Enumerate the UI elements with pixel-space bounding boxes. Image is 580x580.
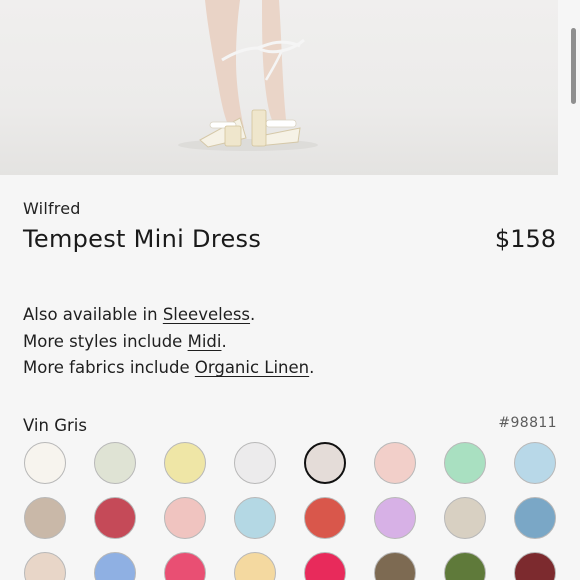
color-swatch[interactable]	[514, 442, 556, 484]
color-swatch[interactable]	[444, 497, 486, 539]
product-title: Tempest Mini Dress	[23, 225, 262, 253]
color-swatch[interactable]	[94, 442, 136, 484]
color-swatch[interactable]	[94, 552, 136, 580]
fabrics-text: More fabrics include	[23, 358, 195, 377]
color-swatch[interactable]	[234, 497, 276, 539]
availability-line-sleeve: Also available in Sleeveless.	[23, 302, 314, 329]
brand-name[interactable]: Wilfred	[23, 199, 81, 218]
midi-link[interactable]: Midi	[188, 332, 222, 351]
color-swatch[interactable]	[374, 552, 416, 580]
styles-text: More styles include	[23, 331, 188, 351]
organic-linen-link[interactable]: Organic Linen	[195, 358, 309, 377]
color-swatch[interactable]	[234, 442, 276, 484]
period-text: .	[309, 358, 315, 377]
color-sku: #98811	[498, 415, 557, 431]
color-swatch[interactable]	[164, 497, 206, 539]
availability-info: Also available in Sleeveless. More style…	[23, 302, 314, 382]
sleeveless-link[interactable]: Sleeveless	[163, 305, 250, 324]
color-swatch[interactable]	[234, 552, 276, 580]
color-swatch[interactable]	[514, 552, 556, 580]
color-swatch[interactable]	[514, 497, 556, 539]
availability-line-style: More styles include Midi.	[23, 329, 314, 356]
color-swatch[interactable]	[24, 552, 66, 580]
color-swatch[interactable]	[444, 442, 486, 484]
selected-color-name: Vin Gris	[23, 416, 87, 435]
color-swatch[interactable]	[24, 442, 66, 484]
period-text: .	[250, 305, 256, 324]
color-swatch[interactable]	[164, 442, 206, 484]
color-swatch[interactable]	[304, 497, 346, 539]
color-swatch[interactable]	[24, 497, 66, 539]
scrollbar-thumb[interactable]	[571, 28, 576, 104]
color-swatch[interactable]	[374, 497, 416, 539]
color-swatch[interactable]	[164, 552, 206, 580]
color-swatch[interactable]	[444, 552, 486, 580]
color-swatch[interactable]	[304, 442, 346, 484]
color-swatch[interactable]	[304, 552, 346, 580]
product-price: $158	[494, 225, 556, 253]
product-photo-icon	[178, 0, 318, 151]
product-image	[0, 0, 558, 175]
color-swatch[interactable]	[94, 497, 136, 539]
period-text: .	[221, 331, 227, 351]
availability-line-fabric: More fabrics include Organic Linen.	[23, 355, 314, 382]
availability-text: Also available in	[23, 305, 163, 324]
color-swatch[interactable]	[374, 442, 416, 484]
